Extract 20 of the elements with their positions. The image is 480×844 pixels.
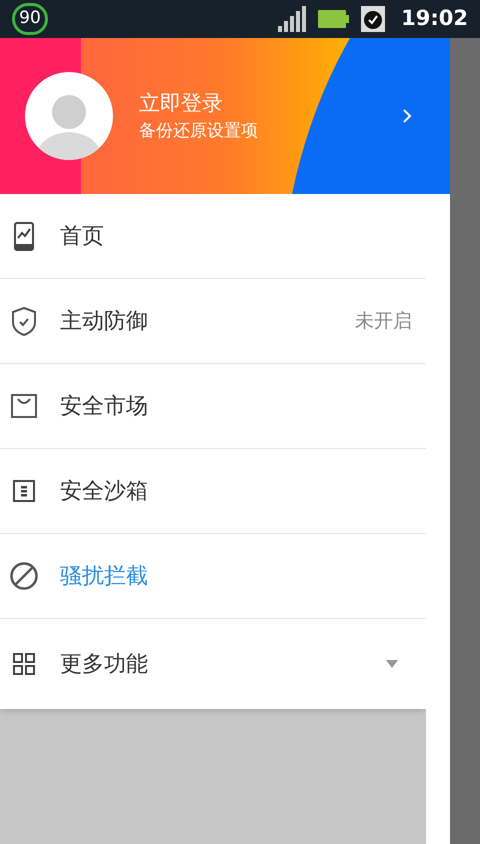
grid-icon [13, 653, 35, 675]
clock-time: 19:02 [401, 5, 468, 32]
signal-icon [278, 6, 306, 32]
menu-item[interactable]: 更多功能 [0, 619, 426, 709]
battery-icon [318, 10, 350, 28]
menu-item[interactable]: 安全沙箱 [0, 449, 426, 534]
menu-item[interactable]: 安全市场 [0, 364, 426, 449]
battery-badge: 90 [12, 3, 48, 35]
box-icon [13, 480, 35, 502]
phone-chart-icon [14, 222, 34, 250]
chevron-right-icon [402, 108, 412, 124]
block-icon [10, 562, 38, 590]
status-text: 未开启 [355, 308, 412, 334]
menu-item[interactable]: 主动防御 未开启 [0, 279, 426, 364]
login-title: 立即登录 [139, 90, 224, 117]
menu-item[interactable]: 首页 [0, 194, 426, 279]
bag-icon [11, 394, 37, 418]
login-subtitle: 备份还原设置项 [139, 120, 259, 143]
alarm-icon [361, 6, 386, 32]
shield-icon [11, 306, 37, 336]
